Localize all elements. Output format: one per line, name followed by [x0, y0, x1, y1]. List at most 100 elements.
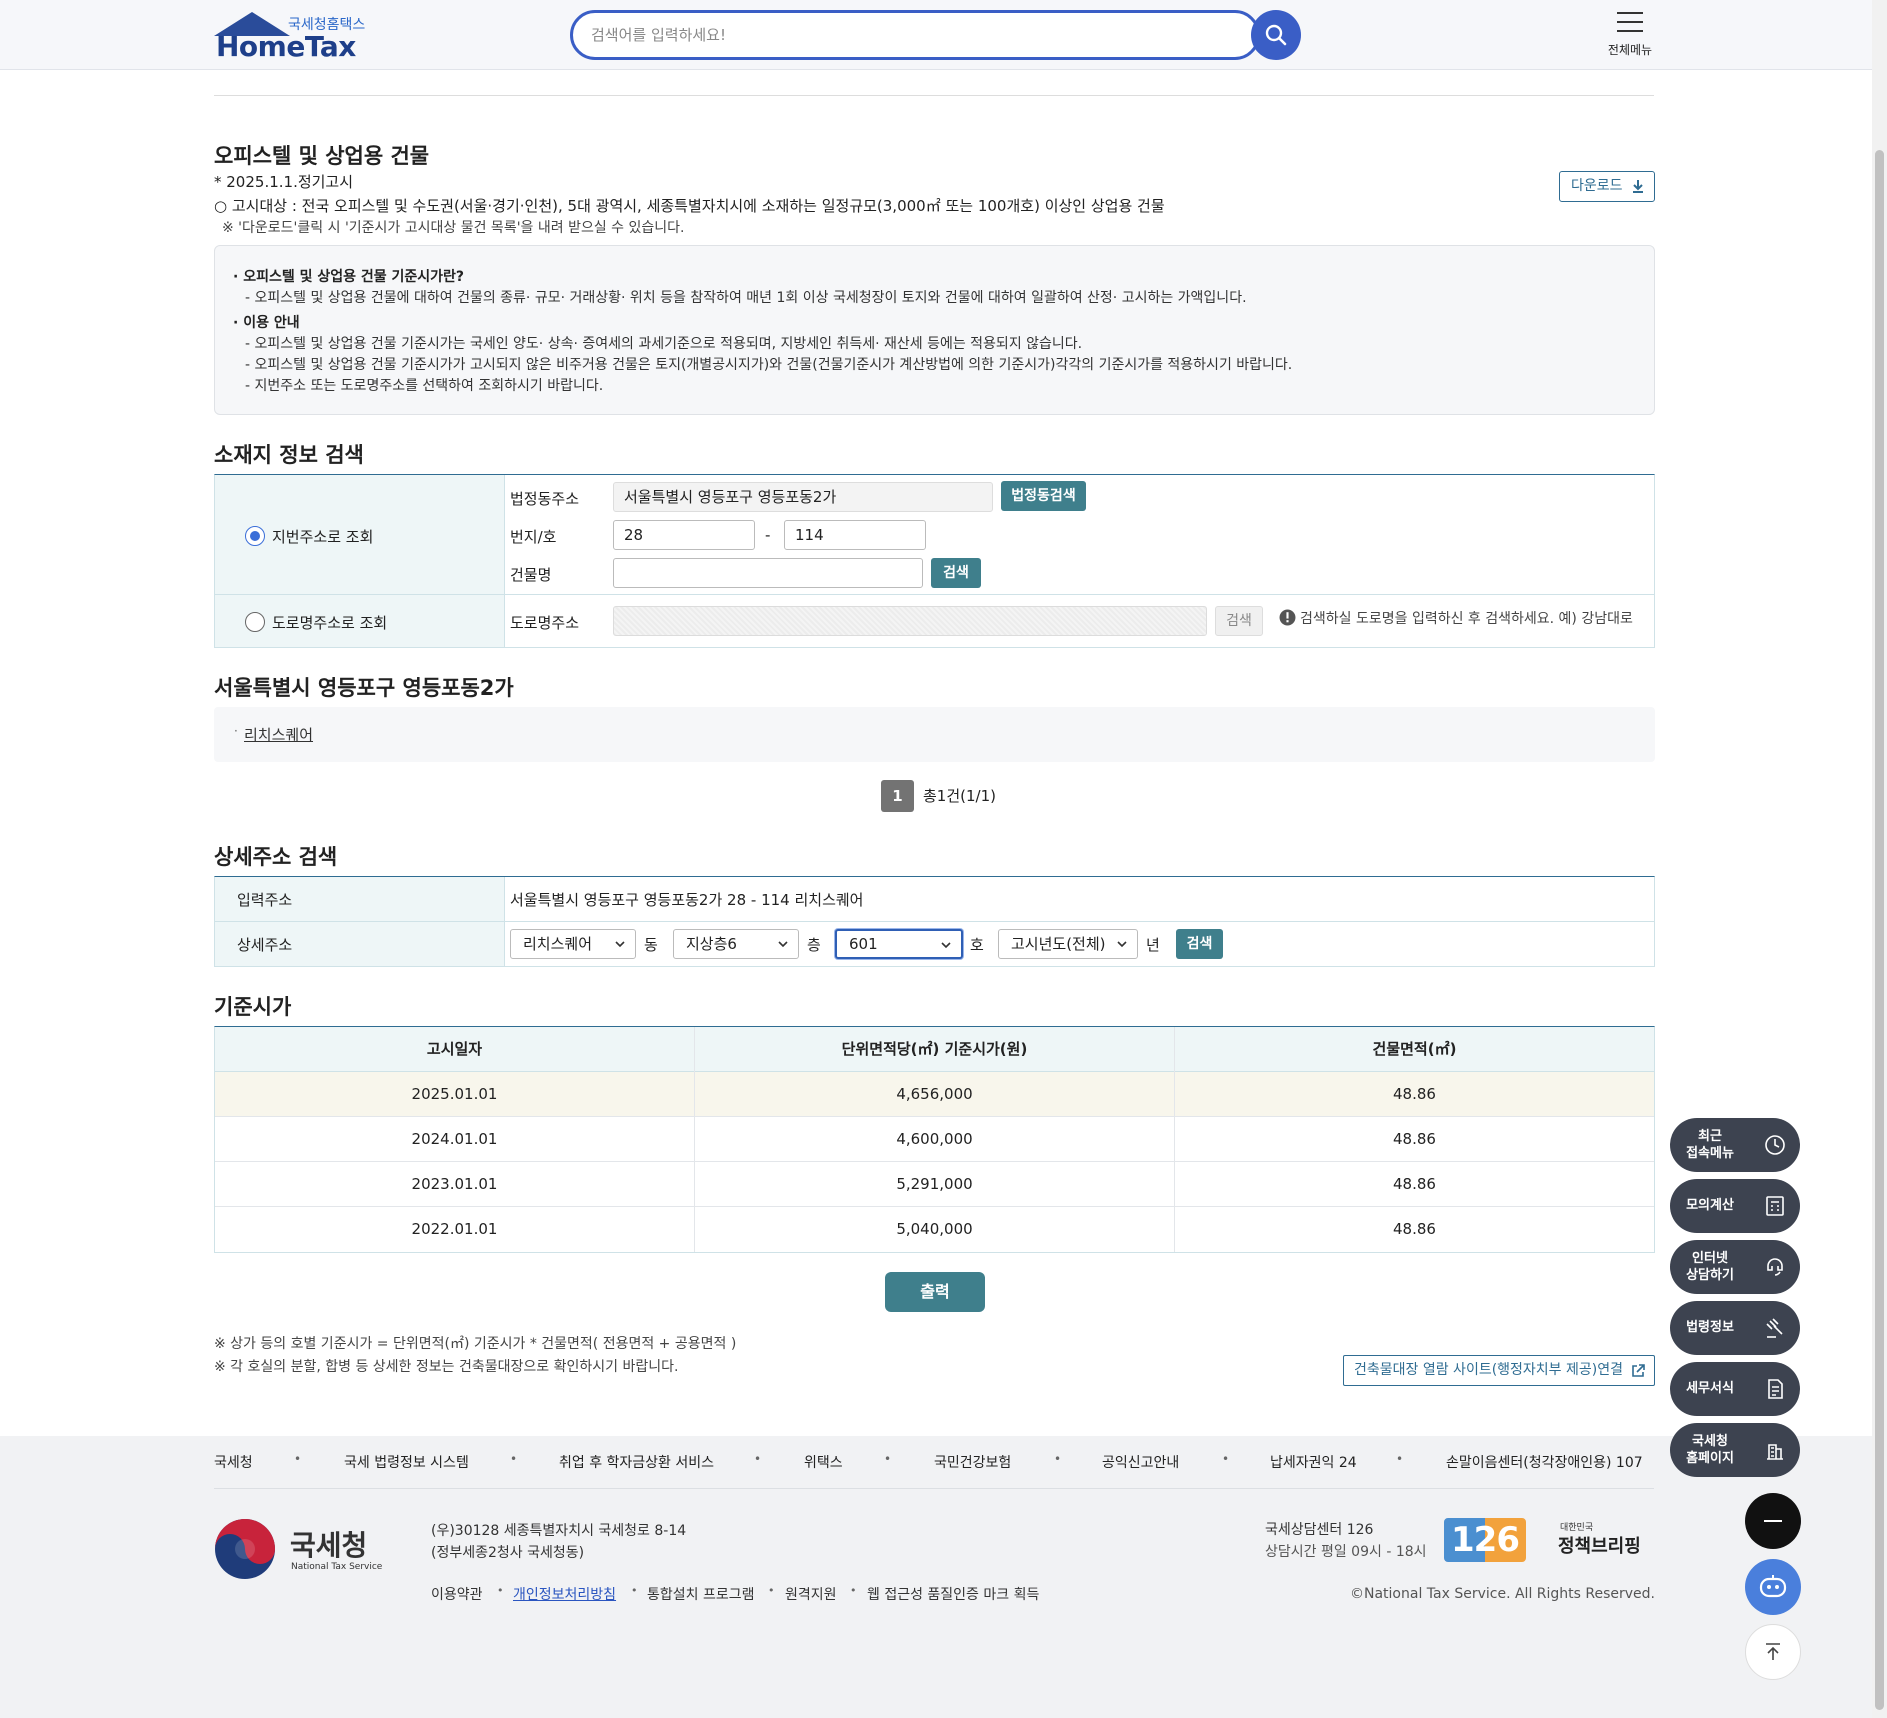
- floor-select-value: 지상층6: [686, 935, 737, 953]
- table-row: 2024.01.01 4,600,000 48.86: [215, 1117, 1654, 1162]
- global-search-input[interactable]: [591, 23, 1151, 47]
- legal-search-button[interactable]: 법정동검색: [1001, 481, 1086, 511]
- chevron-down-icon: [778, 941, 788, 948]
- info-icon: [1279, 609, 1296, 626]
- dong-unit: 동: [644, 936, 658, 954]
- building-name-label: 건물명: [510, 566, 552, 584]
- road-address-input[interactable]: [613, 606, 1207, 636]
- cell-date: 2023.01.01: [215, 1162, 695, 1207]
- separator: •: [850, 1584, 857, 1597]
- legal-address-field[interactable]: 서울특별시 영등포구 영등포동2가: [613, 482, 993, 512]
- all-menu-button[interactable]: 전체메뉴: [1600, 10, 1660, 62]
- header-building-area: 건물면적(㎡): [1372, 1040, 1457, 1058]
- road-search-button[interactable]: 검색: [1215, 606, 1263, 636]
- results-list: · 리치스퀘어: [214, 707, 1655, 762]
- footer-link[interactable]: 취업 후 학자금상환 서비스: [559, 1452, 714, 1472]
- footer-link[interactable]: 납세자권익 24: [1270, 1452, 1357, 1472]
- separator: •: [768, 1584, 775, 1597]
- road-search-hint: 검색하실 도로명을 입력하신 후 검색하세요. 예) 강남대로: [1300, 611, 1633, 627]
- location-search-table: 지번주소로 조회 도로명주소로 조회 법정동주소 서울특별시 영등포구 영등포동…: [214, 474, 1655, 648]
- footer-link[interactable]: 손말이음센터(청각장애인용) 107: [1446, 1452, 1643, 1472]
- lot-main-input[interactable]: 28: [613, 520, 755, 550]
- quick-label: 최근 접속메뉴: [1686, 1129, 1734, 1161]
- floor-select[interactable]: 지상층6: [673, 929, 799, 959]
- year-select[interactable]: 고시년도(전체): [998, 929, 1138, 959]
- radio-jibun-label[interactable]: 지번주소로 조회: [272, 526, 373, 547]
- separator: •: [1396, 1452, 1404, 1466]
- pagination-total: 총1건(1/1): [923, 787, 996, 805]
- clock-icon: [1765, 1135, 1785, 1155]
- scrollbar-thumb[interactable]: [1875, 150, 1884, 1710]
- building-ledger-link[interactable]: 건축물대장 열람 사이트(행정자치부 제공)연결: [1343, 1355, 1655, 1386]
- lot-sub-input[interactable]: 114: [784, 520, 926, 550]
- document-icon: [1768, 1379, 1783, 1399]
- input-address-value: 서울특별시 영등포구 영등포동2가 28 - 114 리치스퀘어: [510, 891, 864, 909]
- footer-install-link[interactable]: 통합설치 프로그램: [647, 1584, 755, 1604]
- quick-nts-homepage[interactable]: 국세청 홈페이지: [1670, 1423, 1800, 1477]
- chat-icon: [1767, 1258, 1783, 1276]
- footer-terms-link[interactable]: 이용약관: [431, 1584, 483, 1604]
- table-row: 2023.01.01 5,291,000 48.86: [215, 1162, 1654, 1207]
- chatbot-icon: [1759, 1575, 1787, 1598]
- taeguk-emblem-icon: [215, 1519, 275, 1579]
- result-item-link[interactable]: 리치스퀘어: [244, 724, 313, 745]
- building-name-input[interactable]: [613, 558, 923, 588]
- building-ledger-note: ※ 각 호실의 분할, 합병 등 상세한 정보는 건축물대장으로 확인하시기 바…: [214, 1359, 679, 1375]
- results-title: 서울특별시 영등포구 영등포동2가: [214, 676, 514, 700]
- minus-icon: [1764, 1520, 1782, 1522]
- separator: •: [884, 1452, 892, 1466]
- row-divider: [215, 594, 1654, 595]
- footer-link[interactable]: 국세 법령정보 시스템: [344, 1452, 469, 1472]
- radio-jibun[interactable]: [245, 526, 265, 546]
- quick-mock-calc[interactable]: 모의계산: [1670, 1179, 1800, 1233]
- footer-privacy-link[interactable]: 개인정보처리방침: [513, 1584, 616, 1604]
- download-icon: [1633, 180, 1643, 193]
- quick-recent-menu[interactable]: 최근 접속메뉴: [1670, 1118, 1800, 1172]
- global-search-button[interactable]: [1251, 10, 1301, 60]
- policy-briefing-logo[interactable]: 대한민국 정책브리핑: [1558, 1520, 1654, 1564]
- footer-accessibility-link[interactable]: 웹 접근성 품질인증 마크 획득: [867, 1584, 1039, 1604]
- ho-select[interactable]: 601: [835, 929, 963, 959]
- header-notice-date: 고시일자: [215, 1027, 695, 1072]
- footer-link[interactable]: 위택스: [804, 1452, 843, 1472]
- external-link-icon: [1632, 1364, 1645, 1377]
- dong-select[interactable]: 리치스퀘어: [510, 929, 636, 959]
- arrow-up-icon: [1766, 1643, 1780, 1660]
- radio-road[interactable]: [245, 612, 265, 632]
- hometax-logo[interactable]: 국세청홈택스 HomeTax: [214, 12, 374, 63]
- year-unit: 년: [1146, 936, 1160, 954]
- all-menu-label: 전체메뉴: [1607, 43, 1653, 57]
- quick-tax-forms[interactable]: 세무서식: [1670, 1362, 1800, 1416]
- chevron-down-icon: [941, 942, 951, 949]
- radio-road-label[interactable]: 도로명주소로 조회: [272, 612, 387, 633]
- building-search-button[interactable]: 검색: [931, 558, 981, 588]
- cell-date: 2022.01.01: [215, 1207, 695, 1252]
- ho-unit: 호: [970, 936, 984, 954]
- section-title: 오피스텔 및 상업용 건물: [214, 144, 430, 168]
- detail-search-table: 입력주소 서울특별시 영등포구 영등포동2가 28 - 114 리치스퀘어 상세…: [214, 876, 1655, 967]
- footer-link[interactable]: 국민건강보험: [934, 1452, 1011, 1472]
- price-title: 기준시가: [214, 995, 292, 1019]
- separator: •: [754, 1452, 762, 1466]
- lot-number-label: 번지/호: [510, 528, 557, 546]
- footer-remote-link[interactable]: 원격지원: [785, 1584, 837, 1604]
- table-row: 2022.01.01 5,040,000 48.86: [215, 1207, 1654, 1252]
- nts-name-english: National Tax Service: [291, 1562, 383, 1572]
- collapse-quick-menu-button[interactable]: [1745, 1493, 1801, 1549]
- detail-search-button[interactable]: 검색: [1176, 929, 1223, 959]
- footer-link[interactable]: 국세청: [214, 1452, 253, 1472]
- quick-internet-consult[interactable]: 인터넷 상담하기: [1670, 1240, 1800, 1294]
- page-scrollbar[interactable]: [1872, 0, 1887, 1718]
- search-icon: [1265, 24, 1287, 46]
- floor-unit: 층: [807, 936, 821, 954]
- price-formula-note: ※ 상가 등의 호별 기준시가 = 단위면적(㎡) 기준시가 * 건물면적( 전…: [214, 1336, 737, 1352]
- scroll-to-top-button[interactable]: [1745, 1624, 1801, 1680]
- footer-link[interactable]: 공익신고안내: [1102, 1452, 1179, 1472]
- print-button[interactable]: 출력: [885, 1272, 985, 1312]
- chevron-down-icon: [1117, 941, 1127, 948]
- download-button[interactable]: 다운로드: [1559, 171, 1655, 202]
- quick-law-info[interactable]: 법령정보: [1670, 1301, 1800, 1355]
- chatbot-button[interactable]: [1745, 1559, 1801, 1615]
- cell-date: 2025.01.01: [215, 1072, 695, 1117]
- pagination-page-1[interactable]: 1: [881, 780, 914, 812]
